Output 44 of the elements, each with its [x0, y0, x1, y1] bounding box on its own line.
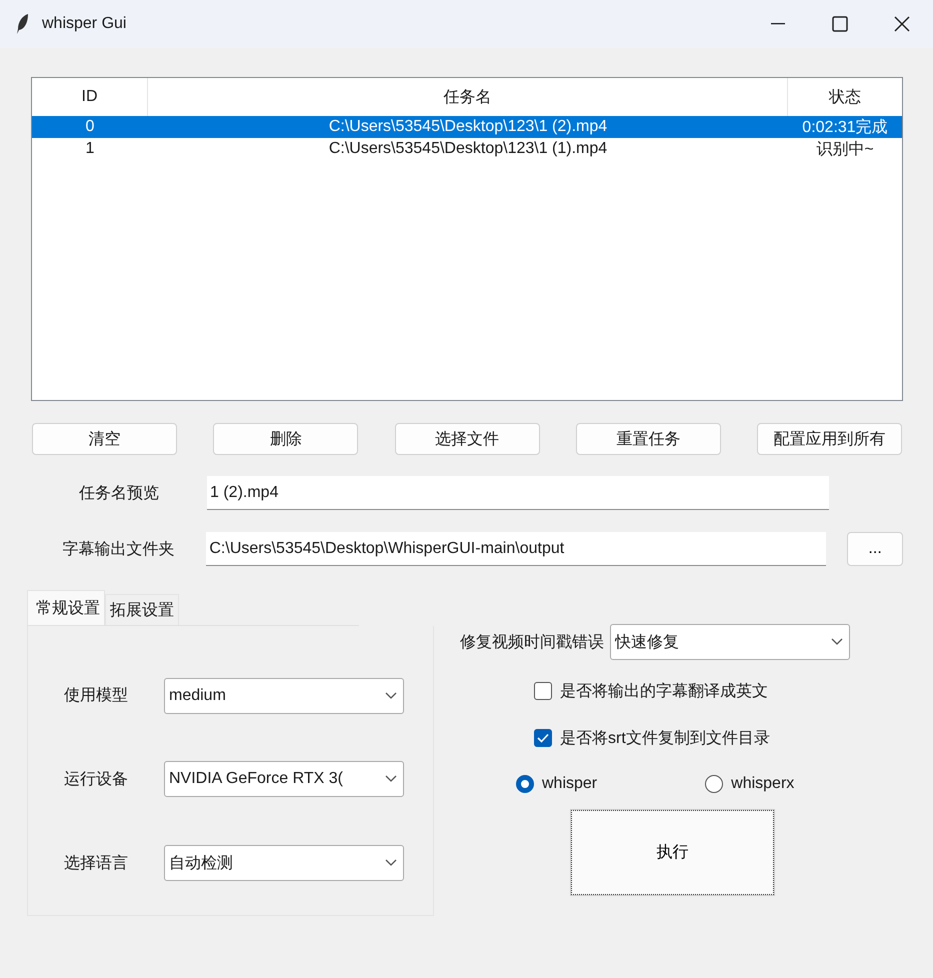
dropdown[interactable]: 自动检测: [164, 845, 404, 882]
action-button[interactable]: 清空: [32, 423, 177, 455]
setting-label: 修复视频时间戳错误: [460, 632, 604, 652]
radio-label: whisper: [542, 775, 598, 793]
checkmark-icon: [537, 733, 549, 743]
field-label: 任务名预览: [78, 484, 160, 504]
radio-button[interactable]: [705, 775, 724, 793]
chevron-down-icon: [385, 692, 397, 700]
radio-label: whisperx: [731, 775, 794, 793]
chevron-down-icon: [831, 638, 843, 646]
action-button[interactable]: 配置应用到所有: [757, 423, 902, 455]
checkbox[interactable]: [534, 729, 552, 747]
window-title: whisper Gui: [42, 15, 128, 33]
field-label: 字幕输出文件夹: [62, 540, 176, 560]
column-header[interactable]: 状态: [788, 78, 902, 116]
action-button[interactable]: 选择文件: [394, 423, 540, 455]
chevron-down-icon: [385, 775, 397, 784]
table-cell-text: 0: [84, 118, 96, 136]
input-field[interactable]: C:\Users\53545\Desktop\WhisperGUI-main\output: [206, 532, 826, 566]
input-field[interactable]: 1 (2).mp4: [207, 476, 829, 510]
setting-label: 运行设备: [64, 770, 129, 790]
dropdown[interactable]: medium: [164, 678, 404, 714]
dropdown[interactable]: NVIDIA GeForce RTX 3(: [164, 761, 404, 798]
radio-button[interactable]: [516, 775, 534, 793]
setting-label: 使用模型: [64, 686, 129, 706]
table-row[interactable]: 0 C:\Users\53545\Desktop\123\1 (2).mp4 0:02:31完成: [32, 116, 902, 138]
table-cell-text: 0:02:31完成: [801, 118, 889, 138]
chevron-down-icon: [385, 859, 397, 868]
setting-label: 选择语言: [64, 854, 129, 874]
feather-icon: [16, 13, 30, 35]
table-cell-text: C:\Users\53545\Desktop\123\1 (2).mp4: [328, 118, 608, 136]
action-button[interactable]: 重置任务: [576, 423, 721, 455]
table-cell-text: 1: [84, 140, 96, 158]
tab[interactable]: 拓展设置: [105, 594, 179, 625]
browse-button[interactable]: ...: [847, 532, 903, 566]
table-row[interactable]: 1 C:\Users\53545\Desktop\123\1 (1).mp4 识别中~: [32, 138, 902, 160]
action-button[interactable]: 删除: [213, 423, 358, 455]
checkbox[interactable]: [534, 682, 552, 700]
execute-button[interactable]: 执行: [571, 810, 774, 895]
checkbox-label: 是否将输出的字幕翻译成英文: [560, 682, 768, 702]
tab[interactable]: 常规设置: [27, 590, 105, 625]
checkbox-label: 是否将srt文件复制到文件目录: [560, 728, 770, 748]
table-cell-text: C:\Users\53545\Desktop\123\1 (1).mp4: [328, 140, 608, 158]
table-cell-text: 识别中~: [815, 140, 875, 160]
